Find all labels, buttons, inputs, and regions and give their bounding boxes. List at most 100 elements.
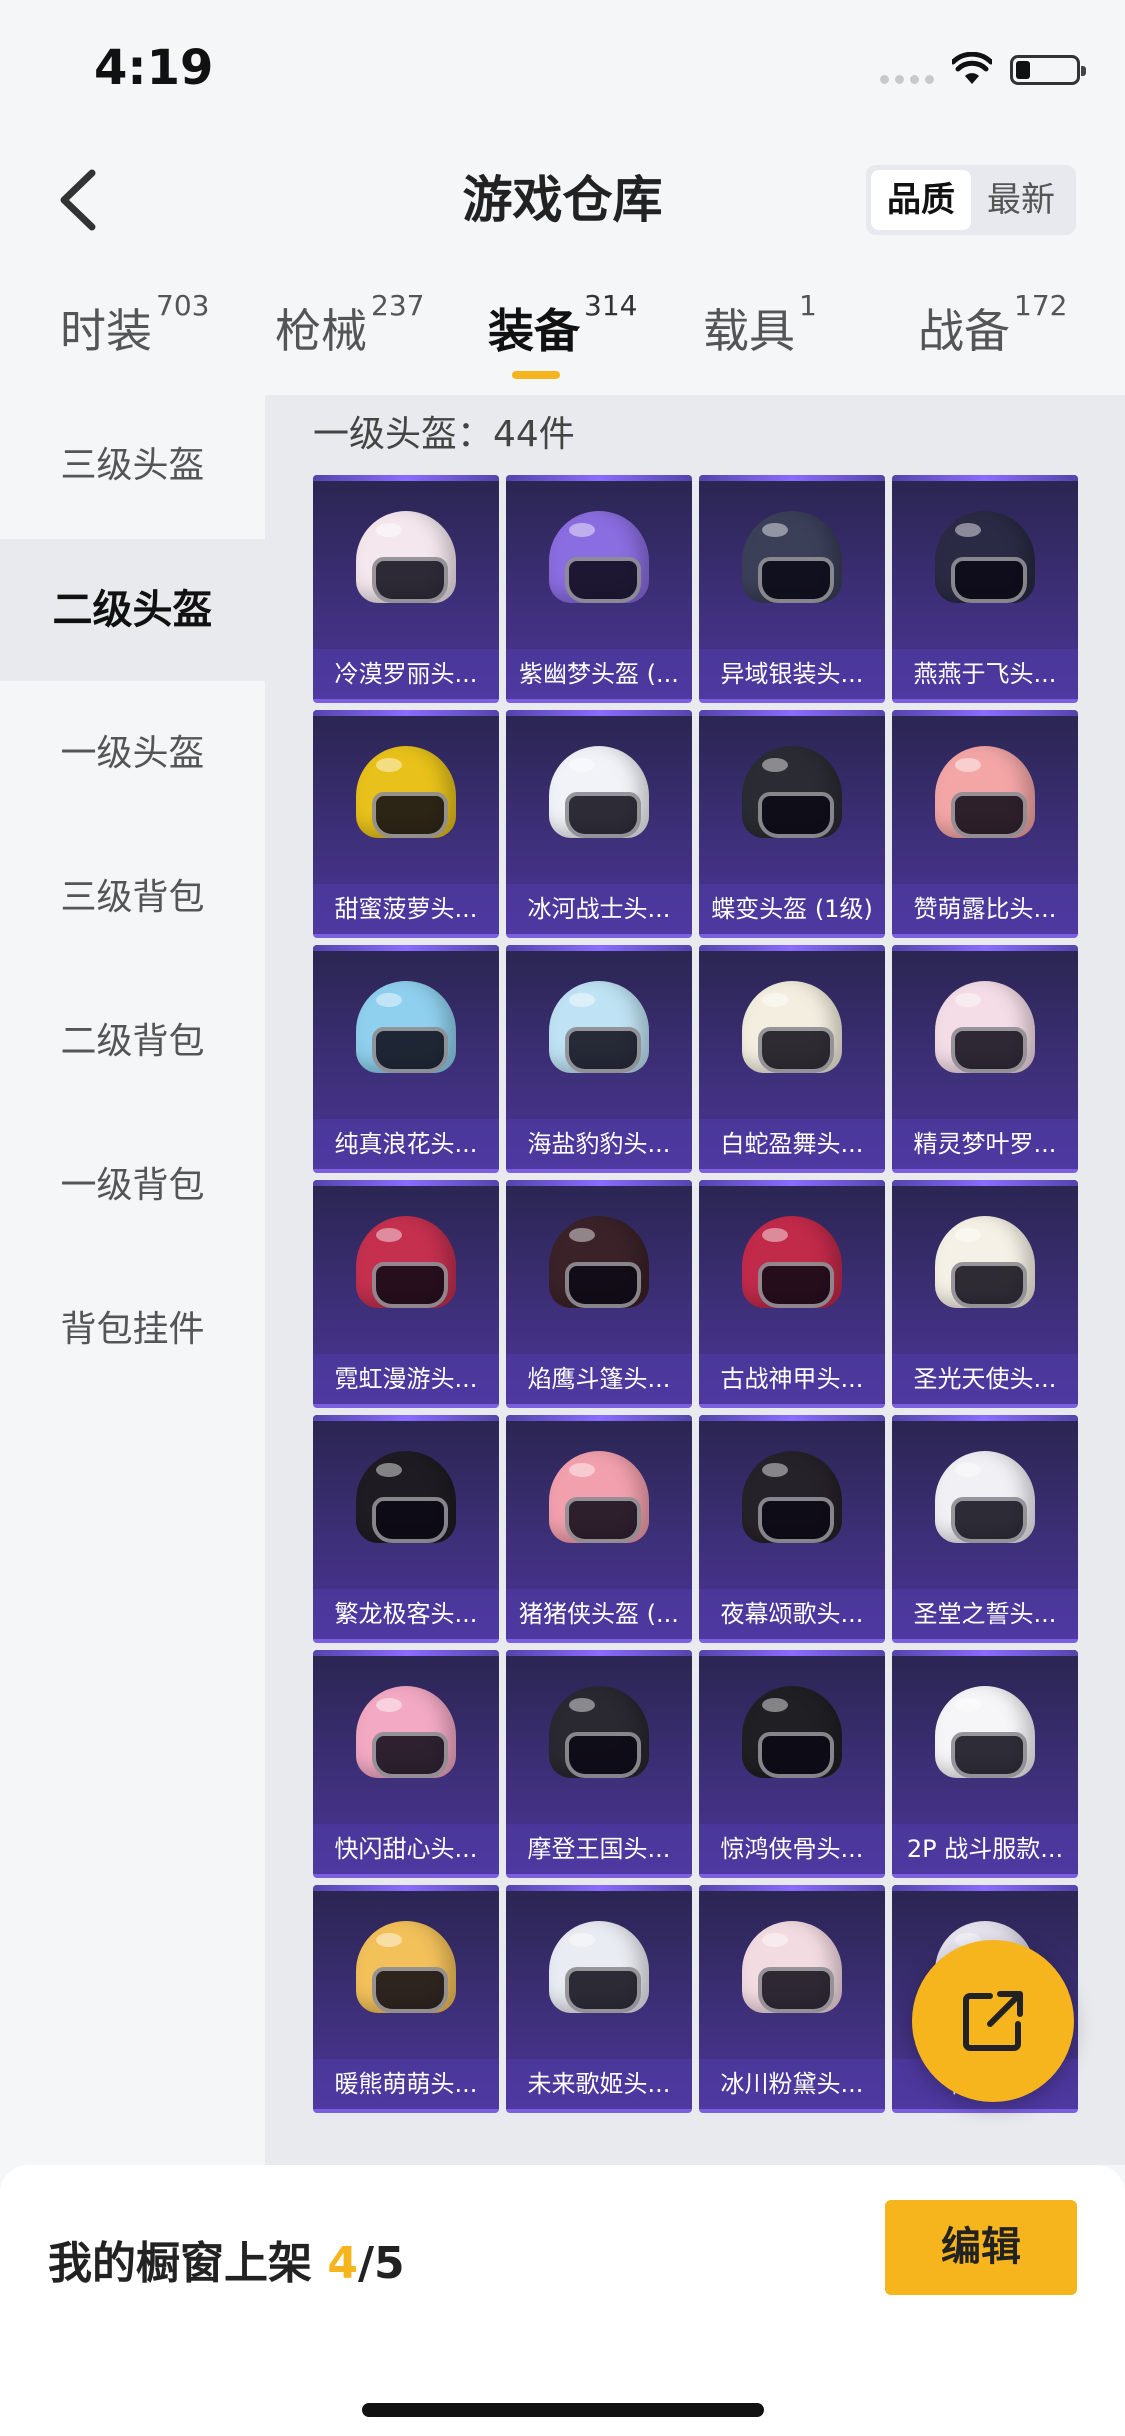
item-card[interactable]: 甜蜜菠萝头... xyxy=(313,710,499,938)
item-label: 白蛇盈舞头... xyxy=(699,1119,885,1169)
item-label: 未来歌姬头... xyxy=(506,2059,692,2109)
bottom-bar: 我的橱窗上架 4/5 编辑 xyxy=(0,2165,1125,2436)
item-label: 海盐豹豹头... xyxy=(506,1119,692,1169)
showcase-status: 我的橱窗上架 4/5 xyxy=(48,2227,405,2291)
item-card[interactable]: 夜幕颂歌头... xyxy=(699,1415,885,1643)
item-card[interactable]: 精灵梦叶罗... xyxy=(892,945,1078,1173)
item-label: 圣光天使头... xyxy=(892,1354,1078,1404)
helmet-image xyxy=(742,1921,842,2013)
sidebar-item-level2-helmet[interactable]: 二级头盔 xyxy=(0,539,265,681)
item-label: 异域银装头... xyxy=(699,649,885,699)
item-card[interactable]: 快闪甜心头... xyxy=(313,1650,499,1878)
item-card[interactable]: 赞萌露比头... xyxy=(892,710,1078,938)
item-card[interactable]: 暖熊萌萌头... xyxy=(313,1885,499,2113)
sidebar-item-level3-helmet[interactable]: 三级头盔 xyxy=(0,395,265,537)
tab-fashion[interactable]: 时装 703 xyxy=(60,289,209,361)
home-indicator xyxy=(362,2403,764,2417)
item-card[interactable]: 焰鹰斗篷头... xyxy=(506,1180,692,1408)
item-card[interactable]: 摩登王国头... xyxy=(506,1650,692,1878)
item-card[interactable]: 圣光天使头... xyxy=(892,1180,1078,1408)
sidebar-item-level2-backpack[interactable]: 二级背包 xyxy=(0,971,265,1113)
share-button[interactable] xyxy=(912,1940,1074,2102)
helmet-image xyxy=(549,746,649,838)
active-tab-indicator xyxy=(512,371,560,379)
sort-quality-button[interactable]: 品质 xyxy=(871,170,971,230)
sidebar-item-backpack-charm[interactable]: 背包挂件 xyxy=(0,1259,265,1401)
item-card[interactable]: 白蛇盈舞头... xyxy=(699,945,885,1173)
item-card[interactable]: 异域银装头... xyxy=(699,475,885,703)
item-card[interactable]: 繁龙极客头... xyxy=(313,1415,499,1643)
item-card[interactable]: 惊鸿侠骨头... xyxy=(699,1650,885,1878)
helmet-image xyxy=(935,981,1035,1073)
sort-latest-button[interactable]: 最新 xyxy=(971,170,1071,230)
sidebar-item-level3-backpack[interactable]: 三级背包 xyxy=(0,827,265,969)
tab-count: 237 xyxy=(371,289,425,322)
item-label: 紫幽梦头盔 (... xyxy=(506,649,692,699)
helmet-image xyxy=(935,511,1035,603)
item-label: 蝶变头盔 (1级) xyxy=(699,884,885,934)
item-card[interactable]: 纯真浪花头... xyxy=(313,945,499,1173)
item-label: 惊鸿侠骨头... xyxy=(699,1824,885,1874)
tab-count: 1 xyxy=(799,289,817,322)
sidebar-item-level1-backpack[interactable]: 一级背包 xyxy=(0,1115,265,1257)
item-card[interactable]: 猪猪侠头盔 (... xyxy=(506,1415,692,1643)
tab-label: 时装 xyxy=(60,304,152,358)
item-card[interactable]: 冷漠罗丽头... xyxy=(313,475,499,703)
helmet-image xyxy=(356,1686,456,1778)
helmet-image xyxy=(935,1686,1035,1778)
item-card[interactable]: 未来歌姬头... xyxy=(506,1885,692,2113)
helmet-image xyxy=(742,746,842,838)
edit-button[interactable]: 编辑 xyxy=(885,2200,1077,2295)
item-label: 暖熊萌萌头... xyxy=(313,2059,499,2109)
item-card[interactable]: 2P 战斗服款... xyxy=(892,1650,1078,1878)
sidebar-item-level1-helmet[interactable]: 一级头盔 xyxy=(0,683,265,825)
item-label: 快闪甜心头... xyxy=(313,1824,499,1874)
item-label: 甜蜜菠萝头... xyxy=(313,884,499,934)
showcase-count: 4 xyxy=(327,2238,358,2289)
item-card[interactable]: 冰河战士头... xyxy=(506,710,692,938)
item-label: 冰河战士头... xyxy=(506,884,692,934)
status-time: 4:19 xyxy=(94,40,214,96)
item-label: 冷漠罗丽头... xyxy=(313,649,499,699)
item-card[interactable]: 蝶变头盔 (1级) xyxy=(699,710,885,938)
item-card[interactable]: 古战神甲头... xyxy=(699,1180,885,1408)
helmet-image xyxy=(356,1451,456,1543)
tab-guns[interactable]: 枪械 237 xyxy=(275,289,424,361)
tab-vehicles[interactable]: 载具 1 xyxy=(703,289,817,361)
tab-gear[interactable]: 战备 172 xyxy=(918,289,1067,361)
item-label: 古战神甲头... xyxy=(699,1354,885,1404)
item-label: 猪猪侠头盔 (... xyxy=(506,1589,692,1639)
item-label: 燕燕于飞头... xyxy=(892,649,1078,699)
helmet-image xyxy=(742,981,842,1073)
sidebar: 三级头盔 二级头盔 一级头盔 三级背包 二级背包 一级背包 背包挂件 xyxy=(0,395,265,2165)
tab-label: 载具 xyxy=(703,304,795,358)
item-card[interactable]: 圣堂之誓头... xyxy=(892,1415,1078,1643)
helmet-image xyxy=(742,1216,842,1308)
showcase-label: 我的橱窗上架 xyxy=(48,2238,312,2289)
item-label: 纯真浪花头... xyxy=(313,1119,499,1169)
sort-toggle: 品质 最新 xyxy=(866,165,1076,235)
tab-count: 314 xyxy=(584,289,638,322)
helmet-image xyxy=(742,1451,842,1543)
helmet-image xyxy=(356,1216,456,1308)
item-card[interactable]: 霓虹漫游头... xyxy=(313,1180,499,1408)
helmet-image xyxy=(356,511,456,603)
helmet-image xyxy=(935,1451,1035,1543)
tab-count: 172 xyxy=(1014,289,1068,322)
helmet-image xyxy=(549,1686,649,1778)
item-card[interactable]: 海盐豹豹头... xyxy=(506,945,692,1173)
item-label: 霓虹漫游头... xyxy=(313,1354,499,1404)
item-card[interactable]: 燕燕于飞头... xyxy=(892,475,1078,703)
helmet-image xyxy=(742,1686,842,1778)
item-label: 赞萌露比头... xyxy=(892,884,1078,934)
item-card[interactable]: 冰川粉黛头... xyxy=(699,1885,885,2113)
item-panel: 一级头盔：44件 冷漠罗丽头... 紫幽梦头盔 (... 异域银装头... 燕燕于飞头… xyxy=(265,395,1125,2165)
helmet-image xyxy=(549,981,649,1073)
item-label: 2P 战斗服款... xyxy=(892,1824,1078,1874)
item-card[interactable]: 紫幽梦头盔 (... xyxy=(506,475,692,703)
tab-label: 装备 xyxy=(488,304,580,358)
battery-icon xyxy=(1010,55,1086,85)
status-bar: 4:19 xyxy=(0,0,1125,135)
helmet-image xyxy=(935,1216,1035,1308)
tab-equipment[interactable]: 装备 314 xyxy=(488,289,637,361)
